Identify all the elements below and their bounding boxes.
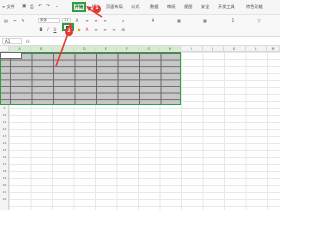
callout-badge-2: 2 [65, 28, 73, 36]
callout-arrows [55, 6, 103, 67]
callout-badge-1: 1 [93, 5, 101, 13]
